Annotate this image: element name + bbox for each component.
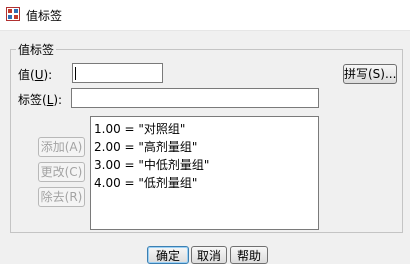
spss-value-label-icon (6, 7, 20, 21)
value-label: 值(U): (18, 68, 53, 82)
list-item[interactable]: 2.00 = "高剂量组" (94, 138, 318, 156)
ok-button[interactable]: 确定 (147, 246, 189, 264)
groupbox-legend: 值标签 (16, 41, 57, 58)
remove-button[interactable]: 除去(R) (38, 187, 85, 207)
add-button[interactable]: 添加(A) (38, 137, 85, 157)
list-item[interactable]: 1.00 = "对照组" (94, 120, 318, 138)
help-button[interactable]: 帮助 (230, 246, 268, 264)
value-labels-dialog: 值标签 值标签 值(U): 拼写(S)... 标签(L): 添加(A) 更改(C… (0, 0, 410, 264)
title-bar[interactable]: 值标签 (0, 0, 410, 31)
list-item[interactable]: 4.00 = "低剂量组" (94, 174, 318, 192)
label-input[interactable] (71, 88, 319, 108)
spell-button[interactable]: 拼写(S)... (343, 64, 397, 84)
cancel-button[interactable]: 取消 (191, 246, 227, 264)
text-caret (75, 67, 76, 80)
change-button[interactable]: 更改(C) (38, 162, 85, 182)
window-title: 值标签 (26, 9, 63, 23)
list-item[interactable]: 3.00 = "中低剂量组" (94, 156, 318, 174)
label-label: 标签(L): (18, 93, 63, 107)
value-input[interactable] (72, 63, 163, 83)
value-labels-list[interactable]: 1.00 = "对照组" 2.00 = "高剂量组" 3.00 = "中低剂量组… (90, 116, 319, 230)
